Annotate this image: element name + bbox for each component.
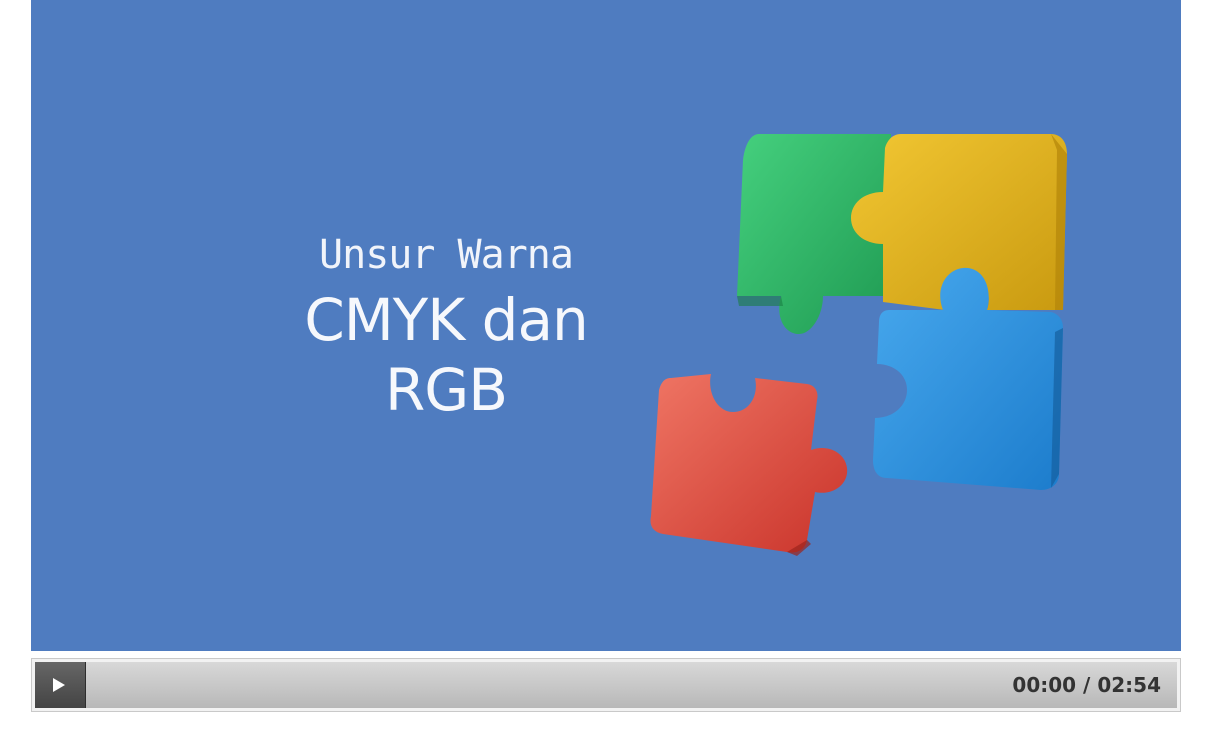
puzzle-pieces-illustration <box>650 134 1067 556</box>
video-headline: CMYK dan RGB <box>304 286 589 424</box>
video-title-block: Unsur Warna CMYK dan RGB <box>236 225 656 425</box>
video-player[interactable]: Unsur Warna CMYK dan RGB 00:00 / 02:54 <box>31 0 1181 712</box>
duration: 02:54 <box>1097 673 1161 697</box>
video-frame[interactable]: Unsur Warna CMYK dan RGB <box>31 0 1181 651</box>
time-display: 00:00 / 02:54 <box>1012 662 1161 708</box>
play-button[interactable] <box>35 662 86 708</box>
control-bar: 00:00 / 02:54 <box>35 662 1177 708</box>
puzzle-piece-red <box>650 374 848 556</box>
current-time: 00:00 <box>1012 673 1077 697</box>
progress-bar[interactable] <box>86 662 1037 708</box>
play-icon <box>53 678 65 692</box>
player-controls: 00:00 / 02:54 <box>31 658 1181 712</box>
time-separator: / <box>1083 673 1091 697</box>
video-subtitle: Unsur Warna <box>319 232 574 278</box>
